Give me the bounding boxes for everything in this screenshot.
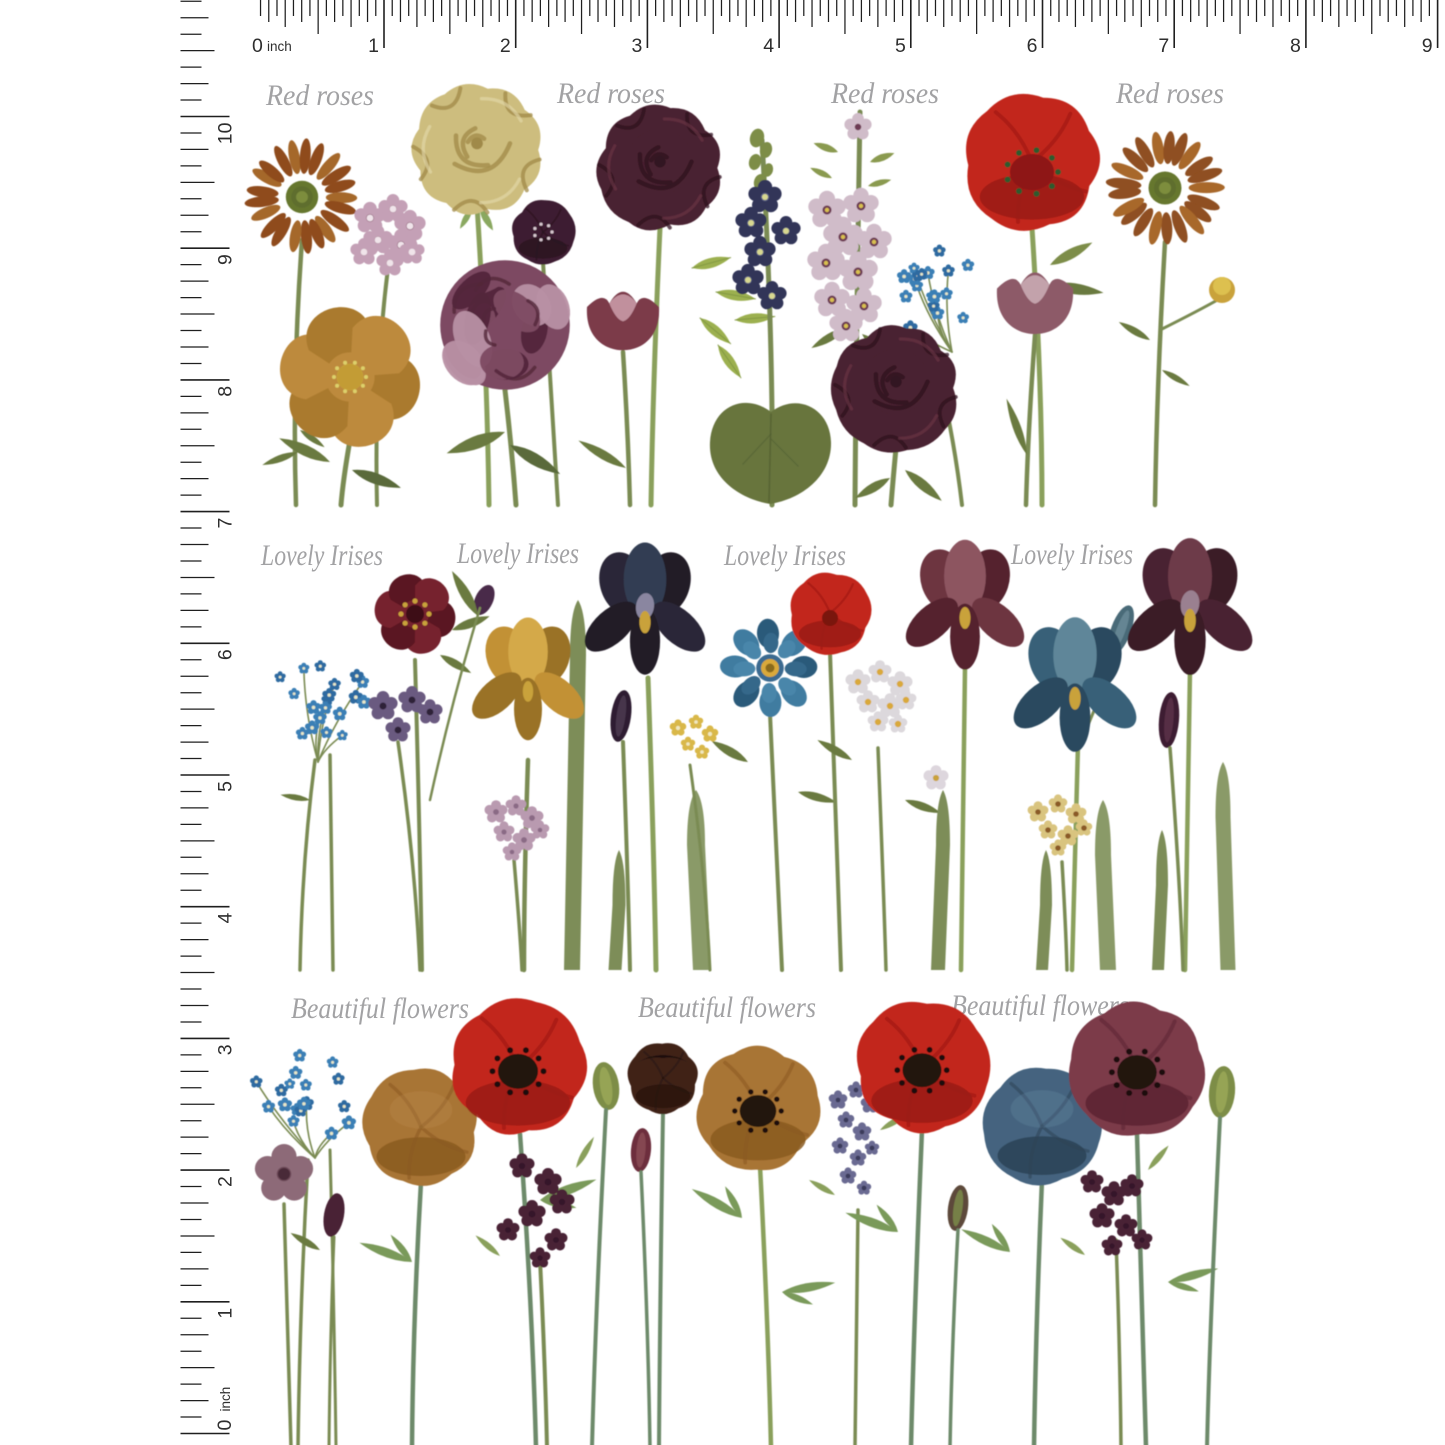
svg-text:Lovely Irises: Lovely Irises: [1010, 538, 1133, 571]
svg-text:9: 9: [1422, 35, 1433, 57]
svg-text:7: 7: [215, 518, 237, 529]
svg-text:8: 8: [1290, 35, 1301, 57]
svg-text:Red roses: Red roses: [830, 77, 939, 110]
svg-text:2: 2: [215, 1176, 237, 1187]
svg-text:5: 5: [895, 35, 906, 57]
svg-text:inch: inch: [218, 1387, 233, 1412]
svg-text:9: 9: [215, 254, 237, 265]
svg-text:1: 1: [215, 1308, 237, 1319]
svg-text:7: 7: [1158, 35, 1169, 57]
svg-text:Red roses: Red roses: [1115, 77, 1224, 110]
svg-text:Lovely Irises: Lovely Irises: [456, 537, 579, 570]
svg-text:Red roses: Red roses: [265, 79, 374, 112]
svg-text:4: 4: [763, 35, 774, 57]
svg-text:0: 0: [214, 1420, 236, 1431]
svg-text:inch: inch: [267, 39, 292, 54]
svg-text:6: 6: [215, 649, 237, 660]
svg-text:1: 1: [368, 35, 379, 57]
svg-text:Beautiful flowers: Beautiful flowers: [291, 992, 469, 1025]
svg-text:4: 4: [215, 913, 237, 924]
svg-text:Lovely Irises: Lovely Irises: [723, 539, 846, 572]
svg-text:3: 3: [632, 35, 643, 57]
svg-text:2: 2: [500, 35, 511, 57]
svg-text:Red roses: Red roses: [556, 77, 665, 110]
svg-text:0: 0: [252, 35, 263, 57]
svg-text:Lovely Irises: Lovely Irises: [260, 539, 383, 572]
svg-text:8: 8: [215, 386, 237, 397]
svg-text:3: 3: [215, 1044, 237, 1055]
svg-text:5: 5: [215, 781, 237, 792]
svg-text:Beautiful flowers: Beautiful flowers: [638, 991, 816, 1024]
svg-text:6: 6: [1027, 35, 1038, 57]
svg-text:10: 10: [215, 122, 237, 144]
